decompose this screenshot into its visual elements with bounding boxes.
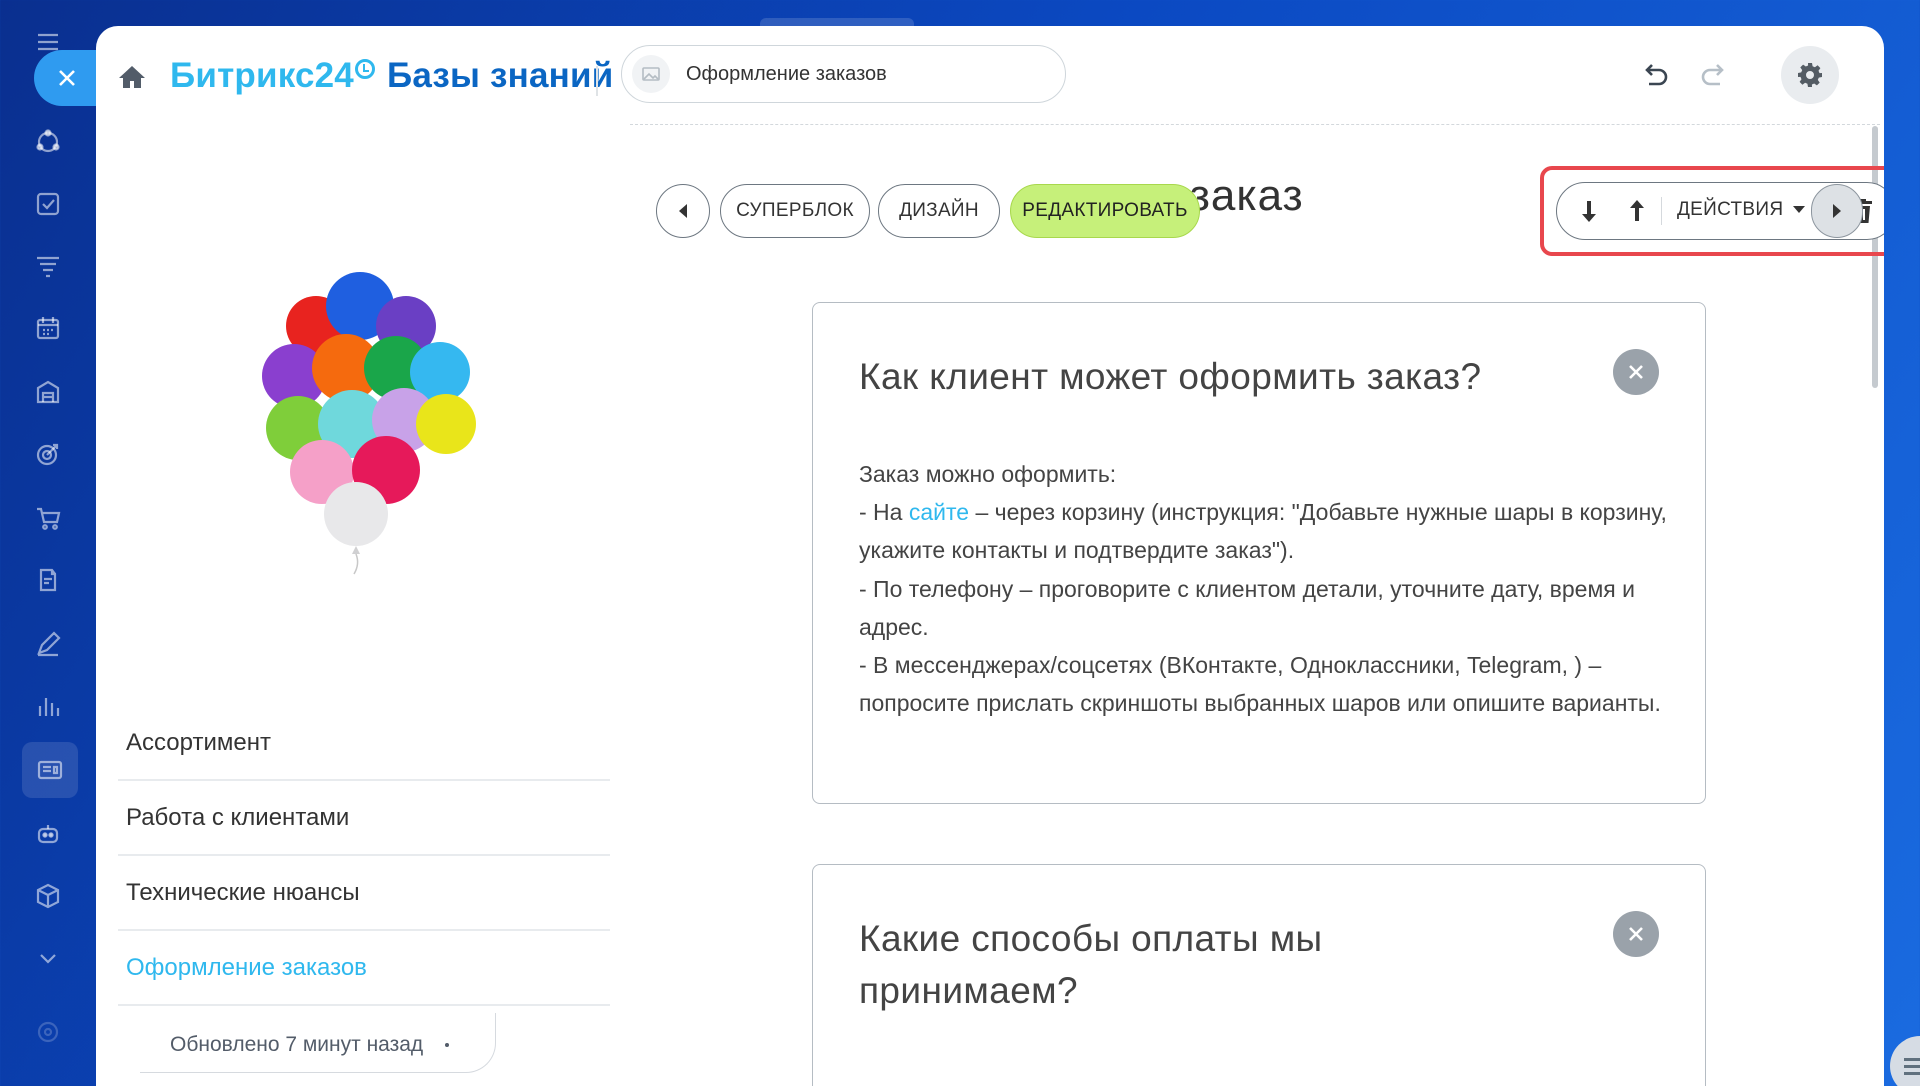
faq-card-body: Заказ можно оформить: - На сайте – через… [859,455,1679,722]
logo-clock-icon [354,59,375,79]
faq-line-messengers: - В мессенджерах/соцсетях (ВКонтакте, Од… [859,652,1661,717]
feed-icon[interactable] [30,124,66,160]
app-rail [0,0,96,1086]
redo-icon[interactable] [1696,60,1732,96]
caret-right-icon [1833,204,1841,218]
header-dashed-line [630,124,1880,125]
tasks-icon[interactable] [30,186,66,222]
card-close-button[interactable] [1613,349,1659,395]
undo-icon[interactable] [1637,60,1673,96]
balloons-image [262,272,476,575]
pen-icon[interactable] [30,626,66,662]
close-icon [59,70,75,86]
next-block-button[interactable] [1811,184,1863,238]
app-logo: Битрикс24 Базы знаний [170,56,613,96]
site-link[interactable]: сайте [909,499,969,525]
settings-button[interactable] [1781,46,1839,104]
card-close-button[interactable] [1613,911,1659,957]
current-page-selector[interactable]: Оформление заказов [621,45,1066,103]
funnel-icon[interactable] [30,248,66,284]
chat-menu-button[interactable] [1890,1036,1920,1086]
updated-text: Обновлено 7 минут назад [170,1033,424,1056]
faq-intro: Заказ можно оформить: [859,461,1117,487]
logo-brand: Битрикс24 [170,56,354,95]
header-divider [596,66,598,96]
updated-status: Обновлено 7 минут назад [140,1013,496,1073]
home-icon[interactable] [118,64,146,90]
faq-line-site-after: – через корзину (инструкция: "Добавьте н… [859,499,1667,564]
gear-icon [1798,63,1822,87]
superblock-button[interactable]: СУПЕРБЛОК [720,184,870,238]
close-icon [1629,365,1643,379]
faq-card[interactable]: Какие способы оплаты мы принимаем? [812,864,1706,1086]
close-icon [1629,927,1643,941]
sites-icon[interactable] [22,742,78,798]
faq-line-phone: - По телефону – проговорите с клиентом д… [859,575,1635,640]
analytics-icon[interactable] [30,688,66,724]
previous-block-button[interactable] [656,184,710,238]
cart-icon[interactable] [30,500,66,536]
faq-line-site: - На сайте – через корзину (инструкция: … [859,493,1679,569]
knowledge-base-nav: Ассортимент Работа с клиентами Техническ… [118,706,610,1006]
editor-header: Битрикс24 Базы знаний Оформление заказов [96,26,1884,124]
target-icon[interactable] [30,436,66,472]
knowledge-base-editor: Битрикс24 Базы знаний Оформление заказов [96,26,1884,1086]
nav-item-technical[interactable]: Технические нюансы [118,856,610,931]
edit-button[interactable]: РЕДАКТИРОВАТЬ [1010,184,1200,238]
calendar-icon[interactable] [30,310,66,346]
caret-left-icon [679,204,687,218]
current-page-label: Оформление заказов [686,62,887,85]
status-dot [445,1043,450,1048]
storage-icon[interactable] [30,374,66,410]
robot-icon[interactable] [30,816,66,852]
page-image-icon [632,55,670,93]
nav-item-clients[interactable]: Работа с клиентами [118,781,610,856]
nav-item-orders[interactable]: Оформление заказов [118,931,610,1006]
design-button[interactable]: ДИЗАЙН [878,184,1000,238]
faq-card-title: Как клиент может оформить заказ? [859,356,1482,397]
chevron-down-icon[interactable] [30,940,66,976]
settings-icon[interactable] [30,1014,66,1050]
logo-section: Базы знаний [386,56,614,95]
box-icon[interactable] [30,878,66,914]
nav-item-assortment[interactable]: Ассортимент [118,706,610,781]
faq-card[interactable]: Как клиент может оформить заказ? Заказ м… [812,302,1706,804]
document-edit-icon[interactable] [30,562,66,598]
faq-line-site-before: - На [859,499,909,526]
faq-card-title: Какие способы оплаты мы принимаем? [859,918,1323,1011]
